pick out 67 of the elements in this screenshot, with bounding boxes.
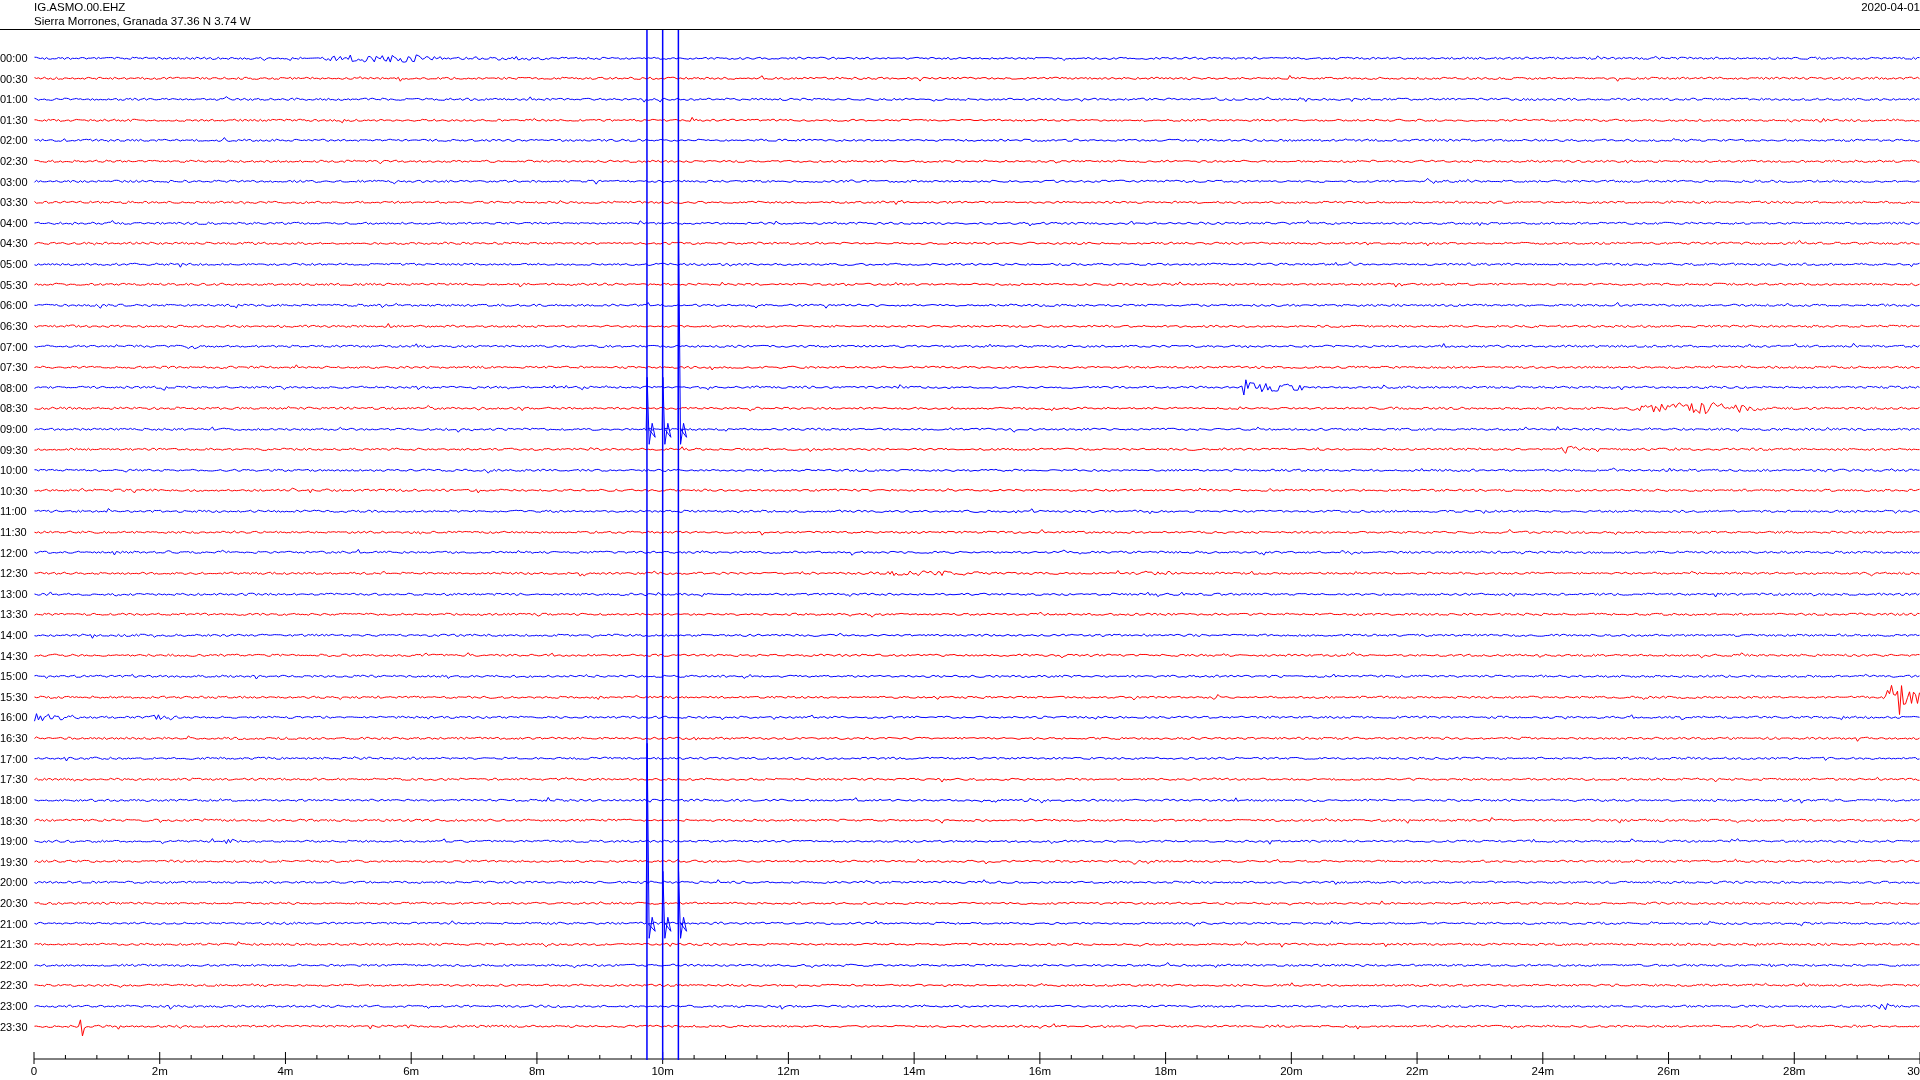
axis-label: 6m — [403, 1064, 420, 1077]
axis-label: 4m — [277, 1064, 294, 1077]
axis-label: 22m — [1405, 1064, 1429, 1077]
time-label: 11:30 — [0, 526, 28, 538]
time-label: 05:00 — [0, 258, 29, 271]
time-label: 17:30 — [0, 773, 29, 786]
time-label: 03:00 — [0, 175, 29, 188]
time-label: 02:30 — [0, 155, 29, 168]
axis-label: 24m — [1531, 1064, 1554, 1077]
time-label: 02:00 — [0, 134, 29, 147]
time-label: 09:00 — [0, 422, 29, 435]
time-label: 14:30 — [0, 649, 29, 662]
time-label: 19:30 — [0, 855, 29, 868]
time-label: 22:30 — [0, 979, 29, 992]
axis-label: 18m — [1154, 1064, 1177, 1077]
time-label: 06:00 — [0, 299, 29, 312]
time-label: 23:30 — [0, 1020, 29, 1033]
time-label: 05:30 — [0, 278, 29, 291]
time-label: 00:00 — [0, 52, 29, 64]
time-label: 15:30 — [0, 690, 29, 703]
axis-label: 16m — [1028, 1064, 1052, 1077]
time-label: 04:00 — [0, 216, 29, 229]
time-label: 09:30 — [0, 443, 29, 456]
time-label: 19:00 — [0, 835, 29, 848]
time-label: 00:30 — [0, 72, 29, 85]
time-label: 12:00 — [0, 546, 29, 559]
axis-label: 2m — [151, 1064, 168, 1077]
time-label: 01:30 — [0, 113, 29, 126]
axis-label: 8m — [528, 1064, 545, 1077]
time-label: 14:00 — [0, 629, 29, 642]
time-label: 08:30 — [0, 402, 29, 415]
station-code: IG.ASMO.00.EHZ — [34, 0, 127, 14]
time-label: 16:00 — [0, 711, 29, 724]
time-label: 06:30 — [0, 319, 29, 332]
time-label: 21:30 — [0, 938, 29, 951]
axis-label: 0 — [30, 1064, 38, 1077]
time-label: 21:00 — [0, 917, 29, 930]
time-label: 10:00 — [0, 464, 29, 477]
axis-label: 14m — [902, 1064, 926, 1077]
time-label: 12:30 — [0, 567, 29, 580]
axis-label: 20m — [1280, 1064, 1303, 1077]
time-label: 17:00 — [0, 752, 29, 765]
time-label: 03:30 — [0, 196, 29, 209]
time-label: 15:00 — [0, 670, 29, 683]
date-label: 2020-04-01 — [1861, 0, 1920, 15]
time-label: 16:30 — [0, 732, 29, 745]
time-label: 13:00 — [0, 587, 29, 600]
time-label: 07:00 — [0, 340, 29, 353]
time-label: 11:00 — [0, 505, 28, 518]
time-label: 20:00 — [0, 876, 29, 889]
time-label: 07:30 — [0, 361, 29, 374]
time-label: 10:30 — [0, 484, 29, 497]
time-label: 22:00 — [0, 958, 29, 971]
time-label: 18:00 — [0, 793, 29, 806]
station-location: Sierra Morrones, Granada 37.36 N 3.74 W — [34, 14, 251, 28]
axis-label: 30 — [1907, 1064, 1920, 1077]
time-label: 01:00 — [0, 93, 29, 106]
axis-label: 10m — [651, 1064, 674, 1077]
axis-label: 26m — [1657, 1064, 1680, 1077]
axis-label: 12m — [777, 1064, 800, 1077]
time-label: 20:30 — [0, 896, 29, 909]
time-label: 04:30 — [0, 237, 29, 250]
time-label: 23:00 — [0, 1000, 29, 1012]
axis-label: 28m — [1783, 1064, 1806, 1077]
time-label: 13:30 — [0, 608, 29, 621]
time-label: 08:00 — [0, 381, 29, 394]
time-label: 18:30 — [0, 814, 29, 827]
